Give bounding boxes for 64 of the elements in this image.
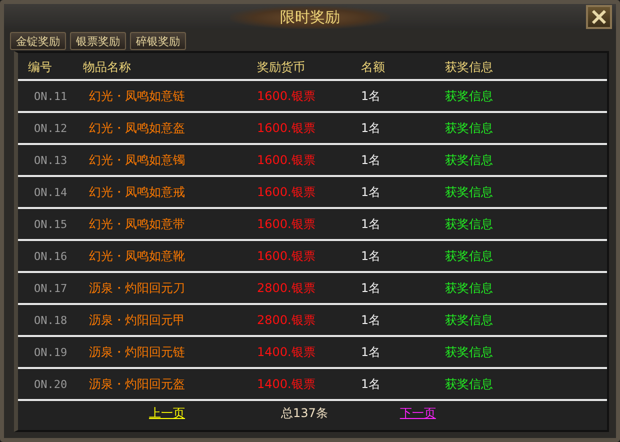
award-info-link[interactable]: 获奖信息 [445,120,493,136]
table-cell-text: 沥泉・灼阳回元甲 [89,312,186,328]
column-header: 物品名称 [83,59,132,76]
table-cell-text: ON.12 [33,122,68,134]
table-cell-text: 1400.银票 [257,376,316,392]
table-cell-text: 1600.银票 [257,120,316,136]
table-cell-text: 1600.银票 [257,184,316,200]
tab[interactable]: 金锭奖励 [10,32,66,50]
table-cell-text: 2800.银票 [257,312,316,328]
table-cell-text: 1名 [361,184,382,200]
table-cell-text: 沥泉・灼阳回元盔 [89,376,186,392]
table-cell-text: 1名 [361,152,382,168]
table-cell-text: 幻光・凤鸣如意镯 [89,152,186,168]
table-cell-text: 沥泉・灼阳回元刀 [89,280,186,296]
total-count: 总137条 [281,404,328,422]
window-title: 限时奖励 [230,6,390,28]
tab[interactable]: 银票奖励 [70,32,126,50]
table-cell-text: 1名 [361,216,382,232]
award-info-link[interactable]: 获奖信息 [445,376,493,392]
award-info-link[interactable]: 获奖信息 [445,88,493,104]
table-cell-text: 幻光・凤鸣如意链 [89,88,186,104]
table-cell-text: 1名 [361,120,382,136]
table-cell-text: ON.18 [33,314,68,326]
column-header: 名额 [361,59,386,76]
close-button[interactable] [586,5,612,29]
column-header: 获奖信息 [445,59,493,76]
award-info-link[interactable]: 获奖信息 [445,312,493,328]
previous-page-link[interactable]: 上一页 [149,404,185,422]
column-header: 编号 [27,59,53,76]
award-info-link[interactable]: 获奖信息 [445,280,493,296]
close-icon [591,9,607,25]
tab[interactable]: 碎银奖励 [130,32,186,50]
table-cell-text: 1名 [361,344,382,360]
table-cell-text: 1名 [361,280,382,296]
table-cell-text: 幻光・凤鸣如意戒 [89,184,186,200]
table-cell-text: ON.14 [33,186,68,198]
award-info-link[interactable]: 获奖信息 [445,184,493,200]
table-cell-text: 沥泉・灼阳回元链 [89,344,186,360]
award-info-link[interactable]: 获奖信息 [445,344,493,360]
award-info-link[interactable]: 获奖信息 [445,248,493,264]
table-cell-text: 1400.银票 [257,344,316,360]
table-cell-text: 1名 [361,248,382,264]
table-cell-text: 幻光・凤鸣如意带 [89,216,186,232]
table-cell-text: 幻光・凤鸣如意靴 [89,248,186,264]
table-cell-text: ON.17 [33,282,68,294]
table-cell-text: 1600.银票 [257,152,316,168]
table-cell-text: 1名 [361,376,382,392]
column-header: 奖励货币 [257,59,306,76]
table-cell-text: ON.15 [33,218,68,230]
table-cell-text: ON.11 [33,90,68,102]
table-cell-text: ON.20 [33,378,68,390]
table-cell-text: ON.13 [33,154,68,166]
table-cell-text: 2800.银票 [257,280,316,296]
table-cell-text: 1600.银票 [257,216,316,232]
table-cell-text: 1600.银票 [257,88,316,104]
award-info-link[interactable]: 获奖信息 [445,216,493,232]
award-info-link[interactable]: 获奖信息 [445,152,493,168]
next-page-link[interactable]: 下一页 [400,404,436,422]
table-cell-text: 1600.银票 [257,248,316,264]
table-cell-text: ON.16 [33,250,68,262]
table-cell-text: ON.19 [33,346,68,358]
table-cell-text: 幻光・凤鸣如意盔 [89,120,186,136]
table-cell-text: 1名 [361,312,382,328]
table-cell-text: 1名 [361,88,382,104]
